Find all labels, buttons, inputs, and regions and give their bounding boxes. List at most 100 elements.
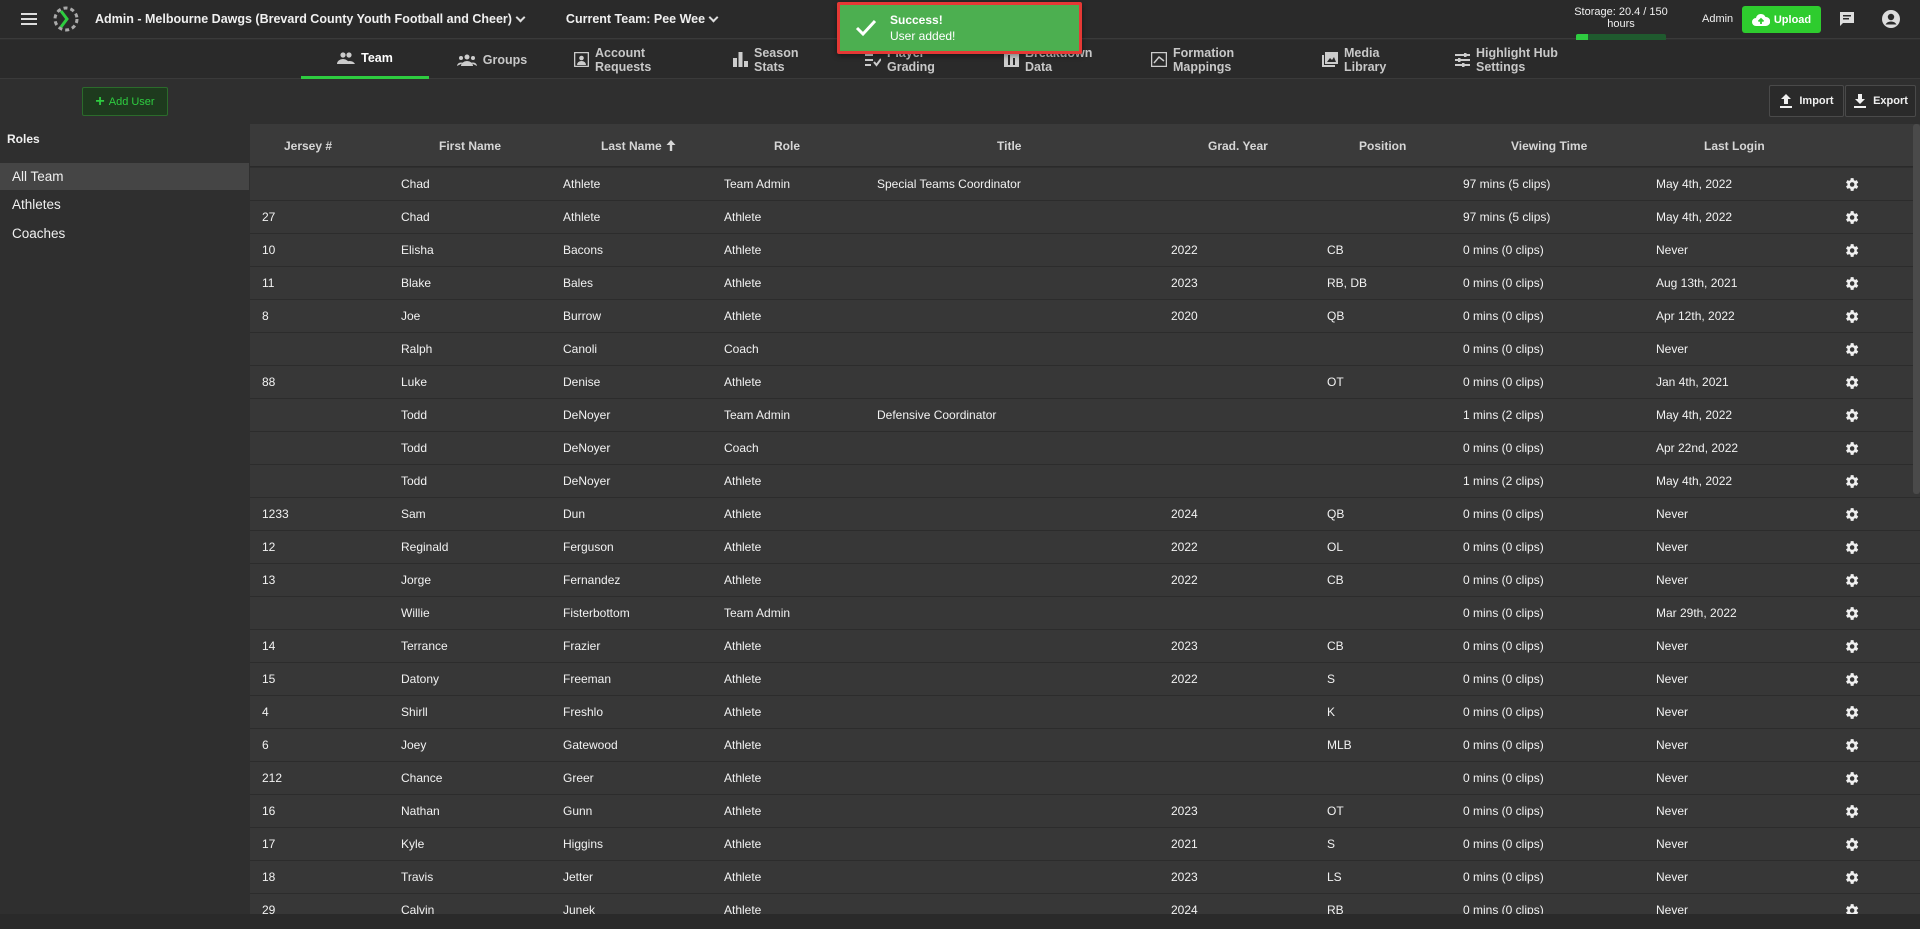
gear-icon[interactable] [1843,473,1860,490]
cell-last-name: DeNoyer [563,441,611,455]
table-row[interactable]: Todd DeNoyer Athlete 1 mins (2 clips) May 4t… [250,465,1920,498]
cell-first-name: Elisha [401,243,434,257]
table-row[interactable]: 1233 Sam Dun Athlete 2024 QB 0 mins (0 clips) N… [250,498,1920,531]
table-row[interactable]: 15 Datony Freeman Athlete 2022 S 0 mins (0 cli… [250,663,1920,696]
message-icon[interactable] [1838,10,1856,28]
table-row[interactable]: 14 Terrance Frazier Athlete 2023 CB 0 mins (0 … [250,630,1920,663]
cell-last-name: Junek [563,903,596,914]
cell-jersey: 88 [262,375,276,389]
cell-first-name: Terrance [401,639,448,653]
cell-grad-year: 2020 [1171,309,1198,323]
gear-icon[interactable] [1843,869,1860,886]
gear-icon[interactable] [1843,308,1860,325]
table-scrollbar[interactable] [1913,124,1920,494]
table-row[interactable]: 17 Kyle Higgins Athlete 2021 S 0 mins (0 clips… [250,828,1920,861]
gear-icon[interactable] [1843,737,1860,754]
gear-icon[interactable] [1843,671,1860,688]
upload-button[interactable]: Upload [1742,6,1821,33]
cell-viewing-time: 0 mins (0 clips) [1463,276,1544,290]
tab-account-requests[interactable]: Account Requests [574,40,700,79]
gear-icon[interactable] [1843,209,1860,226]
table-row[interactable]: Willie Fisterbottom Team Admin 0 mins (0 cl… [250,597,1920,630]
media-library-icon [1322,52,1338,67]
tab-highlight-hub-settings[interactable]: Highlight Hub Settings [1455,40,1599,79]
table-row[interactable]: Todd DeNoyer Coach 0 mins (0 clips) Apr 22nd… [250,432,1920,465]
success-toast[interactable]: Success! User added! [837,2,1082,54]
table-row[interactable]: 11 Blake Bales Athlete 2023 RB, DB 0 mins (0 c… [250,267,1920,300]
cell-last-login: Never [1656,903,1689,914]
tab-season-stats[interactable]: Season Stats [733,40,829,79]
column-position[interactable]: Position [1359,124,1439,167]
column-last-name[interactable]: Last Name [601,124,721,167]
cell-position: S [1327,837,1336,851]
role-athletes[interactable]: Athletes [0,191,249,218]
gear-icon[interactable] [1843,572,1860,589]
menu-icon[interactable] [21,13,37,25]
gear-icon[interactable] [1843,275,1860,292]
cell-title: Defensive Coordinator [877,408,997,422]
table-row[interactable]: Todd DeNoyer Team Admin Defensive Coordinat… [250,399,1920,432]
column-title[interactable]: Title [997,124,1057,167]
gear-icon[interactable] [1843,638,1860,655]
role-all-team[interactable]: All Team [0,163,249,190]
admin-label[interactable]: Admin [1702,13,1733,25]
table-row[interactable]: 18 Travis Jetter Athlete 2023 LS 0 mins (0 cli… [250,861,1920,894]
gear-icon[interactable] [1843,803,1860,820]
table-row[interactable]: 212 Chance Greer Athlete 0 mins (0 clips) Nev… [250,762,1920,795]
gear-icon[interactable] [1843,341,1860,358]
column-role[interactable]: Role [774,124,854,167]
table-row[interactable]: 27 Chad Athlete Athlete 97 mins (5 clips) May… [250,201,1920,234]
gear-icon[interactable] [1843,902,1860,914]
table-row[interactable]: 13 Jorge Fernandez Athlete 2022 CB 0 mins (0 c… [250,564,1920,597]
team-selector[interactable]: Admin - Melbourne Dawgs (Brevard County … [95,12,526,26]
gear-icon[interactable] [1843,770,1860,787]
current-team-selector[interactable]: Current Team: Pee Wee [566,12,719,26]
table-row[interactable]: 6 Joey Gatewood Athlete MLB 0 mins (0 clips) N… [250,729,1920,762]
tab-team[interactable]: Team [301,40,429,79]
cell-position: QB [1327,309,1345,323]
table-row[interactable]: 29 Calvin Junek Athlete 2024 RB 0 mins (0 clip… [250,894,1920,914]
column-jersey[interactable]: Jersey # [250,124,366,167]
sliders-icon [1455,52,1470,67]
cell-role: Team Admin [724,408,791,422]
add-user-button[interactable]: + Add User [82,87,168,116]
gear-icon[interactable] [1843,407,1860,424]
table-row[interactable]: 10 Elisha Bacons Athlete 2022 CB 0 mins (0 cli… [250,234,1920,267]
upload-icon [1780,94,1793,108]
table-row[interactable]: Chad Athlete Team Admin Special Teams Coord… [250,168,1920,201]
table-row[interactable]: 12 Reginald Ferguson Athlete 2022 OL 0 mins (0… [250,531,1920,564]
cell-last-name: Frazier [563,639,601,653]
gear-icon[interactable] [1843,836,1860,853]
gear-icon[interactable] [1843,605,1860,622]
table-row[interactable]: 8 Joe Burrow Athlete 2020 QB 0 mins (0 clips) A… [250,300,1920,333]
account-icon[interactable] [1881,9,1901,29]
table-row[interactable]: 16 Nathan Gunn Athlete 2023 OT 0 mins (0 clips… [250,795,1920,828]
cell-last-name: Burrow [563,309,602,323]
column-first-name[interactable]: First Name [439,124,559,167]
tab-groups[interactable]: Groups [452,40,532,79]
cell-jersey: 17 [262,837,276,851]
column-viewing-time[interactable]: Viewing Time [1511,124,1631,167]
column-grad-year[interactable]: Grad. Year [1208,124,1288,167]
cell-position: LS [1327,870,1342,884]
role-coaches[interactable]: Coaches [0,220,249,247]
export-button[interactable]: Export [1845,85,1916,117]
gear-icon[interactable] [1843,506,1860,523]
tab-formation-mappings[interactable]: Formation Mappings [1151,40,1287,79]
table-row[interactable]: 88 Luke Denise Athlete OT 0 mins (0 clips) Jan… [250,366,1920,399]
import-button[interactable]: Import [1769,85,1844,117]
gear-icon[interactable] [1843,176,1860,193]
tab-label: Media Library [1344,45,1387,74]
gear-icon[interactable] [1843,440,1860,457]
table-row[interactable]: Ralph Canoli Coach 0 mins (0 clips) Never [250,333,1920,366]
tab-media-library[interactable]: Media Library [1322,40,1420,79]
cell-role: Athlete [724,474,762,488]
gear-icon[interactable] [1843,242,1860,259]
cell-jersey: 14 [262,639,276,653]
column-last-login[interactable]: Last Login [1704,124,1804,167]
gear-icon[interactable] [1843,539,1860,556]
gear-icon[interactable] [1843,374,1860,391]
cell-first-name: Nathan [401,804,440,818]
table-row[interactable]: 4 Shirll Freshlo Athlete K 0 mins (0 clips) Ne… [250,696,1920,729]
gear-icon[interactable] [1843,704,1860,721]
